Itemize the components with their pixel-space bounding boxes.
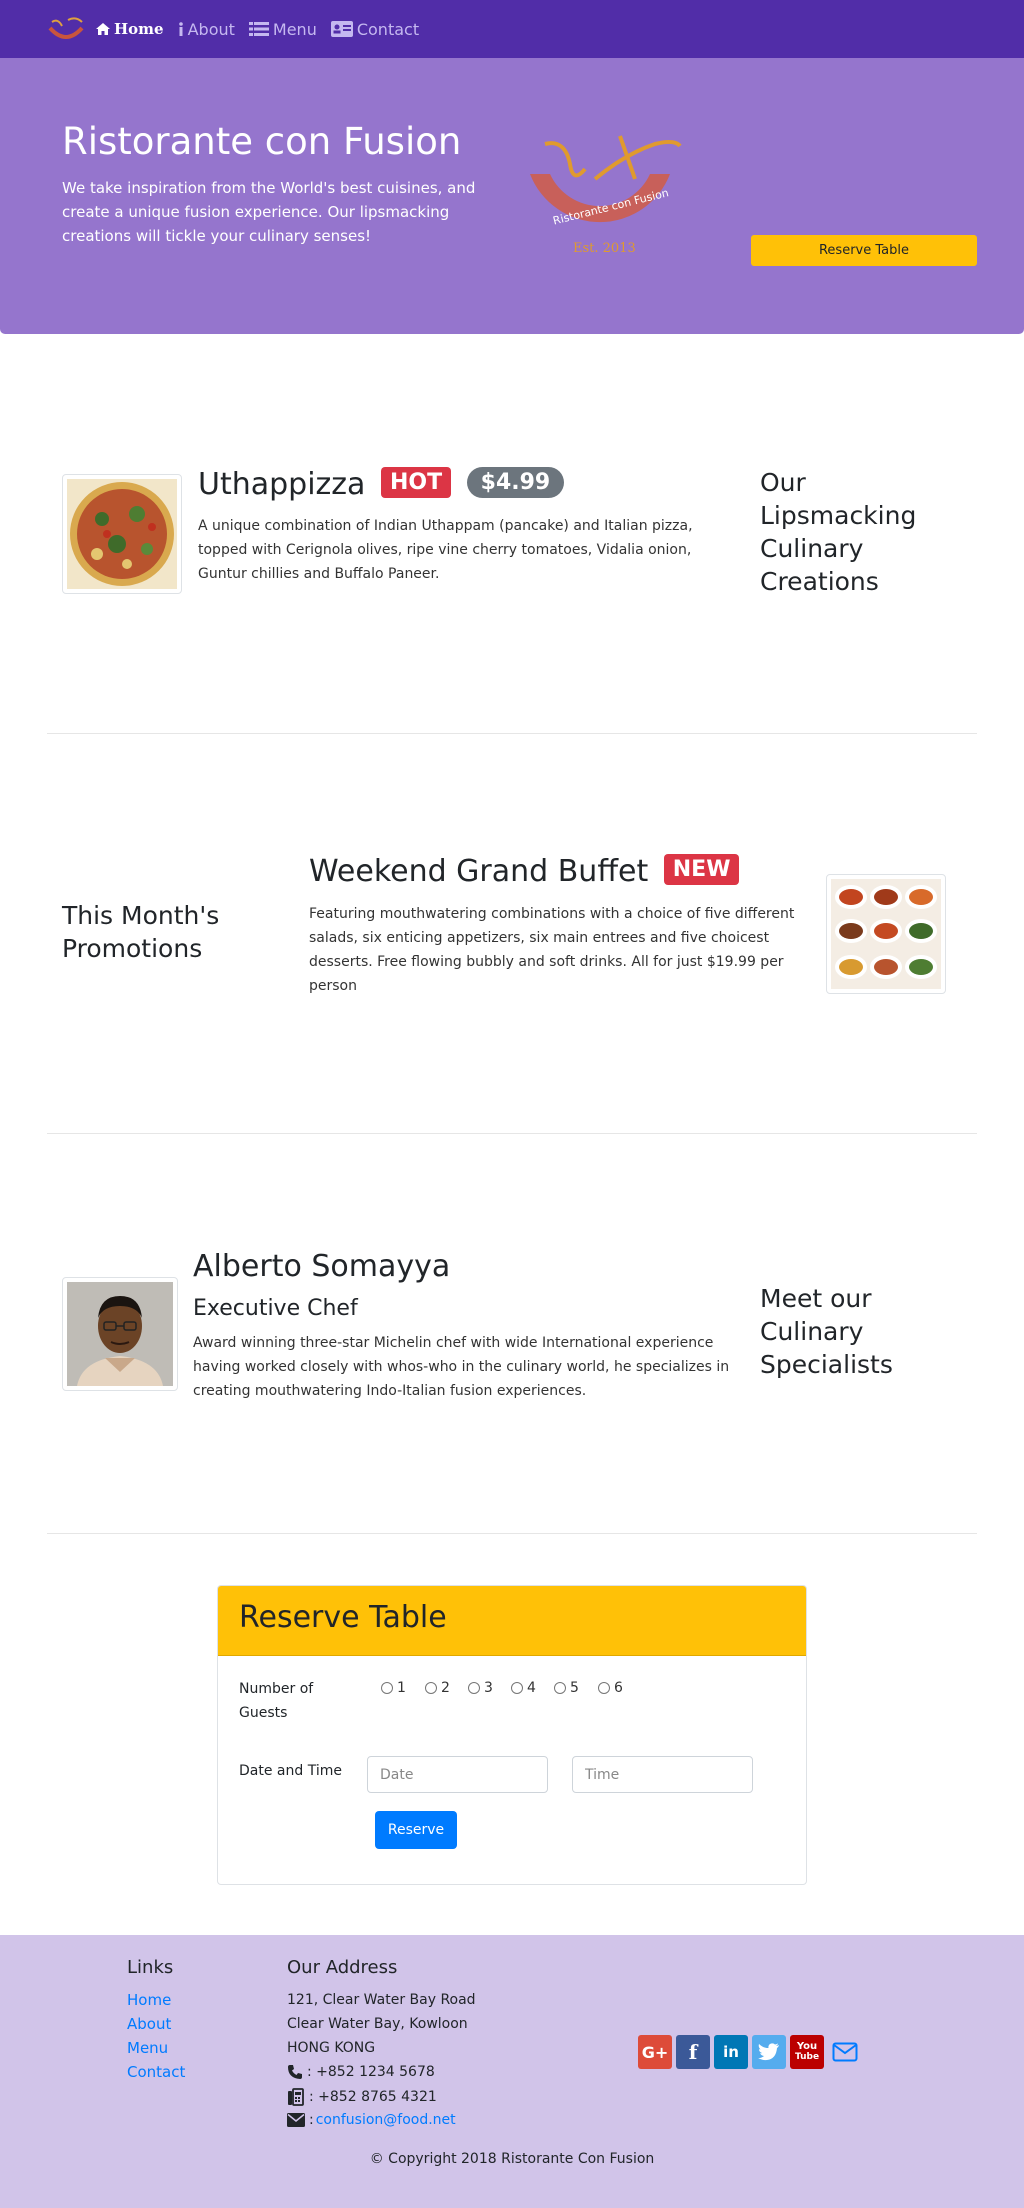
leader-description: Award winning three-star Michelin chef w… [193, 1335, 730, 1399]
nav-contact-label: Contact [356, 19, 420, 39]
reserve-card-header: Reserve Table [218, 1586, 806, 1656]
jumbotron-title: Ristorante con Fusion [62, 120, 462, 163]
restaurant-logo: Ristorante con Fusion Est. 2013 [530, 135, 682, 256]
copyright-text: © Copyright 2018 Ristorante Con Fusion [369, 2151, 655, 2167]
envelope-icon [287, 2113, 305, 2127]
leader-name: Alberto Somayya [193, 1249, 451, 1284]
linkedin-icon[interactable]: in [714, 2035, 748, 2069]
dish-name-heading: Uthappizza HOT $4.99 [198, 467, 565, 502]
footer-links-heading: Links [127, 1957, 174, 1978]
footer-link-contact[interactable]: Contact [127, 2063, 185, 2081]
address-line-2: Clear Water Bay, Kowloon [287, 2016, 468, 2032]
chef-portrait [67, 1282, 173, 1386]
nav-menu[interactable]: Menu [248, 19, 317, 39]
footer-link-about[interactable]: About [127, 2015, 171, 2033]
info-icon [178, 22, 183, 36]
guest-option-label: 2 [441, 1680, 450, 1696]
nav-menu-label: Menu [272, 19, 317, 39]
email-link[interactable]: confusion@food.net [316, 2112, 456, 2128]
reserve-card-title: Reserve Table [239, 1600, 447, 1635]
section-divider [47, 1133, 977, 1134]
email-colon: : [309, 2112, 314, 2128]
address-line-1: 121, Clear Water Bay Road [287, 1992, 476, 2008]
nav-about-label: About [187, 19, 235, 39]
buffet-image [826, 874, 946, 994]
brand-logo[interactable] [46, 14, 86, 44]
mail-icon[interactable] [828, 2035, 862, 2069]
guests-label: Number of Guests [239, 1681, 314, 1721]
home-icon [96, 23, 110, 35]
guest-option-label: 1 [397, 1680, 406, 1696]
navbar: Home About Menu Contact [0, 0, 1024, 58]
leader-designation: Executive Chef [193, 1296, 358, 1321]
email-line: : confusion@food.net [287, 2112, 456, 2128]
guest-option-label: 3 [484, 1680, 493, 1696]
guest-option-label: 5 [570, 1680, 579, 1696]
guest-option-label: 6 [614, 1680, 623, 1696]
new-badge: NEW [663, 854, 740, 885]
footer-address-heading: Our Address [287, 1957, 398, 1978]
radio-circle[interactable] [554, 1682, 566, 1694]
section-divider [47, 733, 977, 734]
nav-contact[interactable]: Contact [330, 19, 420, 39]
promotion-description: Featuring mouthwatering combinations wit… [309, 906, 795, 994]
fax-number: : +852 8765 4321 [309, 2089, 437, 2105]
radio-circle[interactable] [381, 1682, 393, 1694]
guest-radio-1[interactable]: 1 [381, 1680, 406, 1696]
promotion-name: Weekend Grand Buffet [309, 854, 649, 889]
footer-link-home[interactable]: Home [127, 1991, 171, 2009]
guest-option-label: 4 [527, 1680, 536, 1696]
twitter-icon[interactable] [752, 2035, 786, 2069]
footer-link-menu[interactable]: Menu [127, 2039, 168, 2057]
datetime-label: Date and Time [239, 1763, 342, 1779]
chef-image [62, 1277, 178, 1391]
price-badge: $4.99 [466, 467, 565, 498]
google-plus-icon[interactable]: G+ [638, 2035, 672, 2069]
phone-icon [288, 2065, 302, 2079]
nav-home[interactable]: Home [96, 20, 164, 38]
guest-radio-5[interactable]: 5 [554, 1680, 579, 1696]
hot-badge: HOT [380, 467, 452, 498]
guest-radio-3[interactable]: 3 [468, 1680, 493, 1696]
date-input[interactable] [367, 1756, 548, 1793]
radio-circle[interactable] [598, 1682, 610, 1694]
reserve-submit-button[interactable]: Reserve [375, 1811, 457, 1849]
jumbotron: Ristorante con Fusion We take inspiratio… [0, 58, 1024, 334]
dish-description: A unique combination of Indian Uthappam … [198, 518, 693, 582]
specialists-heading: Meet our Culinary Specialists [760, 1284, 893, 1379]
dish-name: Uthappizza [198, 467, 366, 502]
logo-est: Est. 2013 [573, 241, 636, 256]
footer: Links Home About Menu Contact Our Addres… [0, 1935, 1024, 2208]
pizza-image [67, 479, 177, 589]
nav-home-label: Home [114, 20, 164, 38]
jumbotron-text: We take inspiration from the World's bes… [62, 179, 476, 245]
creations-heading: Our Lipsmacking Culinary Creations [760, 468, 917, 596]
radio-circle[interactable] [468, 1682, 480, 1694]
nav-about[interactable]: About [178, 20, 235, 39]
radio-circle[interactable] [425, 1682, 437, 1694]
reserve-table-button[interactable]: Reserve Table [751, 235, 977, 266]
list-icon [248, 22, 269, 36]
time-input[interactable] [572, 1756, 753, 1793]
address-line-3: HONG KONG [287, 2040, 376, 2056]
fax-icon [288, 2088, 304, 2106]
facebook-icon[interactable]: f [676, 2035, 710, 2069]
buffet-picture [831, 879, 941, 989]
social-links: G+ f in You Tube [638, 2035, 866, 2069]
address-card-icon [330, 21, 353, 37]
phone-line: : +852 1234 5678 [287, 2064, 435, 2080]
youtube-icon[interactable]: You Tube [790, 2035, 824, 2069]
section-divider [47, 1533, 977, 1534]
radio-circle[interactable] [511, 1682, 523, 1694]
promotion-name-heading: Weekend Grand Buffet NEW [309, 854, 740, 889]
fax-line: : +852 8765 4321 [287, 2088, 437, 2106]
promotions-heading: This Month's Promotions [62, 901, 220, 963]
dish-image [62, 474, 182, 594]
guest-radio-6[interactable]: 6 [598, 1680, 623, 1696]
guest-radio-2[interactable]: 2 [425, 1680, 450, 1696]
phone-number: : +852 1234 5678 [307, 2064, 435, 2080]
guest-radio-4[interactable]: 4 [511, 1680, 536, 1696]
reserve-table-card: Reserve Table Number of Guests 1 2 3 4 5… [217, 1585, 807, 1885]
